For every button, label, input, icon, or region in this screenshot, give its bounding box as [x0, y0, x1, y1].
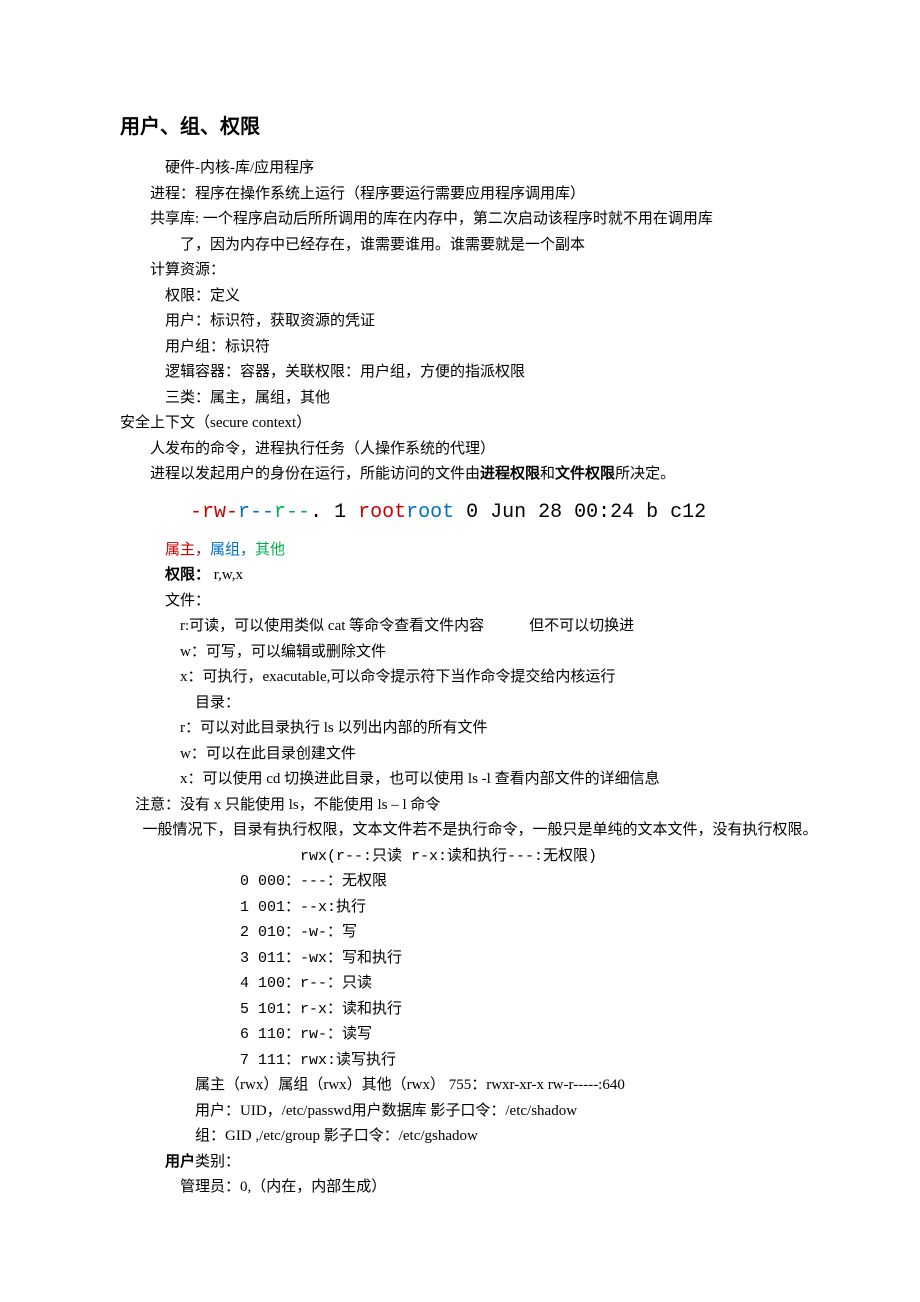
- legend-owner: 属主，: [165, 542, 210, 558]
- ls-output: -rw-r--r--. 1 rootroot 0 Jun 28 00:24 b …: [120, 496, 800, 530]
- body-text: 安全上下文（secure context）: [120, 411, 800, 437]
- body-text: 一般情况下，目录有执行权限，文本文件若不是执行命令，一般只是单纯的文本文件，没有…: [120, 818, 800, 844]
- octal-row: 3 011：-wx：写和执行: [120, 946, 800, 972]
- group-name: root: [406, 501, 454, 524]
- body-text: w：可写，可以编辑或删除文件: [120, 640, 800, 666]
- text-bold: 权限：: [165, 567, 210, 583]
- octal-row: 6 110：rw-：读写: [120, 1022, 800, 1048]
- body-text: 组：GID ,/etc/group 影子口令：/etc/gshadow: [120, 1124, 800, 1150]
- text-bold: 文件权限: [555, 466, 615, 482]
- page-title: 用户、组、权限: [120, 110, 800, 144]
- octal-example: 属主（rwx）属组（rwx）其他（rwx） 755：rwxr-xr-x rw-r…: [120, 1073, 800, 1099]
- body-text: 目录：: [120, 691, 800, 717]
- body-text: w：可以在此目录创建文件: [120, 742, 800, 768]
- legend-group: 属组，: [210, 542, 255, 558]
- text-fragment: r,w,x: [210, 567, 243, 583]
- body-text: r:可读，可以使用类似 cat 等命令查看文件内容 但不可以切换进: [120, 614, 800, 640]
- text-fragment: 进程以发起用户的身份在运行，所能访问的文件由: [150, 466, 480, 482]
- octal-row: 2 010：-w-：写: [120, 920, 800, 946]
- body-text: 进程：程序在操作系统上运行（程序要运行需要应用程序调用库）: [120, 182, 800, 208]
- text-fragment: . 1: [310, 501, 358, 524]
- note-text: 注意：没有 x 只能使用 ls，不能使用 ls – l 命令: [120, 793, 800, 819]
- body-text: 文件：: [120, 589, 800, 615]
- octal-row: 0 000：---：无权限: [120, 869, 800, 895]
- text-fragment: 所决定。: [615, 466, 675, 482]
- text-bold: 进程权限: [480, 466, 540, 482]
- perm-group: r--: [238, 501, 274, 524]
- octal-row: 5 101：r-x：读和执行: [120, 997, 800, 1023]
- body-text: 硬件-内核-库/应用程序: [120, 156, 800, 182]
- text-fragment: 但不可以切换进: [529, 618, 634, 634]
- body-text: 计算资源：: [120, 258, 800, 284]
- body-text: 管理员：0,（内在，内部生成）: [120, 1175, 800, 1201]
- body-text: 用户：UID，/etc/passwd用户数据库 影子口令：/etc/shadow: [120, 1099, 800, 1125]
- text-fragment: 0 Jun 28 00:24 b c12: [454, 501, 706, 524]
- user-category-header: 用户类别：: [120, 1150, 800, 1176]
- body-text: r：可以对此目录执行 ls 以列出内部的所有文件: [120, 716, 800, 742]
- text-fragment: r:可读，可以使用类似 cat 等命令查看文件内容: [180, 618, 484, 634]
- body-text: 权限：定义: [120, 284, 800, 310]
- body-text: 逻辑容器：容器，关联权限：用户组，方便的指派权限: [120, 360, 800, 386]
- text-fragment: 和: [540, 466, 555, 482]
- body-text: 用户：标识符，获取资源的凭证: [120, 309, 800, 335]
- body-text: x：可执行，exacutable,可以命令提示符下当作命令提交给内核运行: [120, 665, 800, 691]
- body-text: 共享库: 一个程序启动后所所调用的库在内存中，第二次启动该程序时就不用在调用库: [120, 207, 800, 233]
- body-text: 进程以发起用户的身份在运行，所能访问的文件由进程权限和文件权限所决定。: [120, 462, 800, 488]
- perm-header: 权限： r,w,x: [120, 563, 800, 589]
- body-text: 人发布的命令，进程执行任务（人操作系统的代理）: [120, 437, 800, 463]
- perm-owner: -rw-: [190, 501, 238, 524]
- owner-name: root: [358, 501, 406, 524]
- body-text: 了，因为内存中已经存在，谁需要谁用。谁需要就是一个副本: [120, 233, 800, 259]
- octal-row: 1 001：--x:执行: [120, 895, 800, 921]
- body-text: 三类：属主，属组，其他: [120, 386, 800, 412]
- perm-other: r--: [274, 501, 310, 524]
- body-text: 用户组：标识符: [120, 335, 800, 361]
- legend: 属主，属组，其他: [120, 538, 800, 564]
- legend-other: 其他: [255, 542, 285, 558]
- octal-row: 4 100：r--：只读: [120, 971, 800, 997]
- octal-row: 7 111：rwx:读写执行: [120, 1048, 800, 1074]
- text-bold: 用户: [165, 1154, 195, 1170]
- text-fragment: 类别：: [195, 1154, 240, 1170]
- body-text: x：可以使用 cd 切换进此目录，也可以使用 ls -l 查看内部文件的详细信息: [120, 767, 800, 793]
- octal-header: rwx(r--:只读 r-x:读和执行---:无权限): [120, 844, 800, 870]
